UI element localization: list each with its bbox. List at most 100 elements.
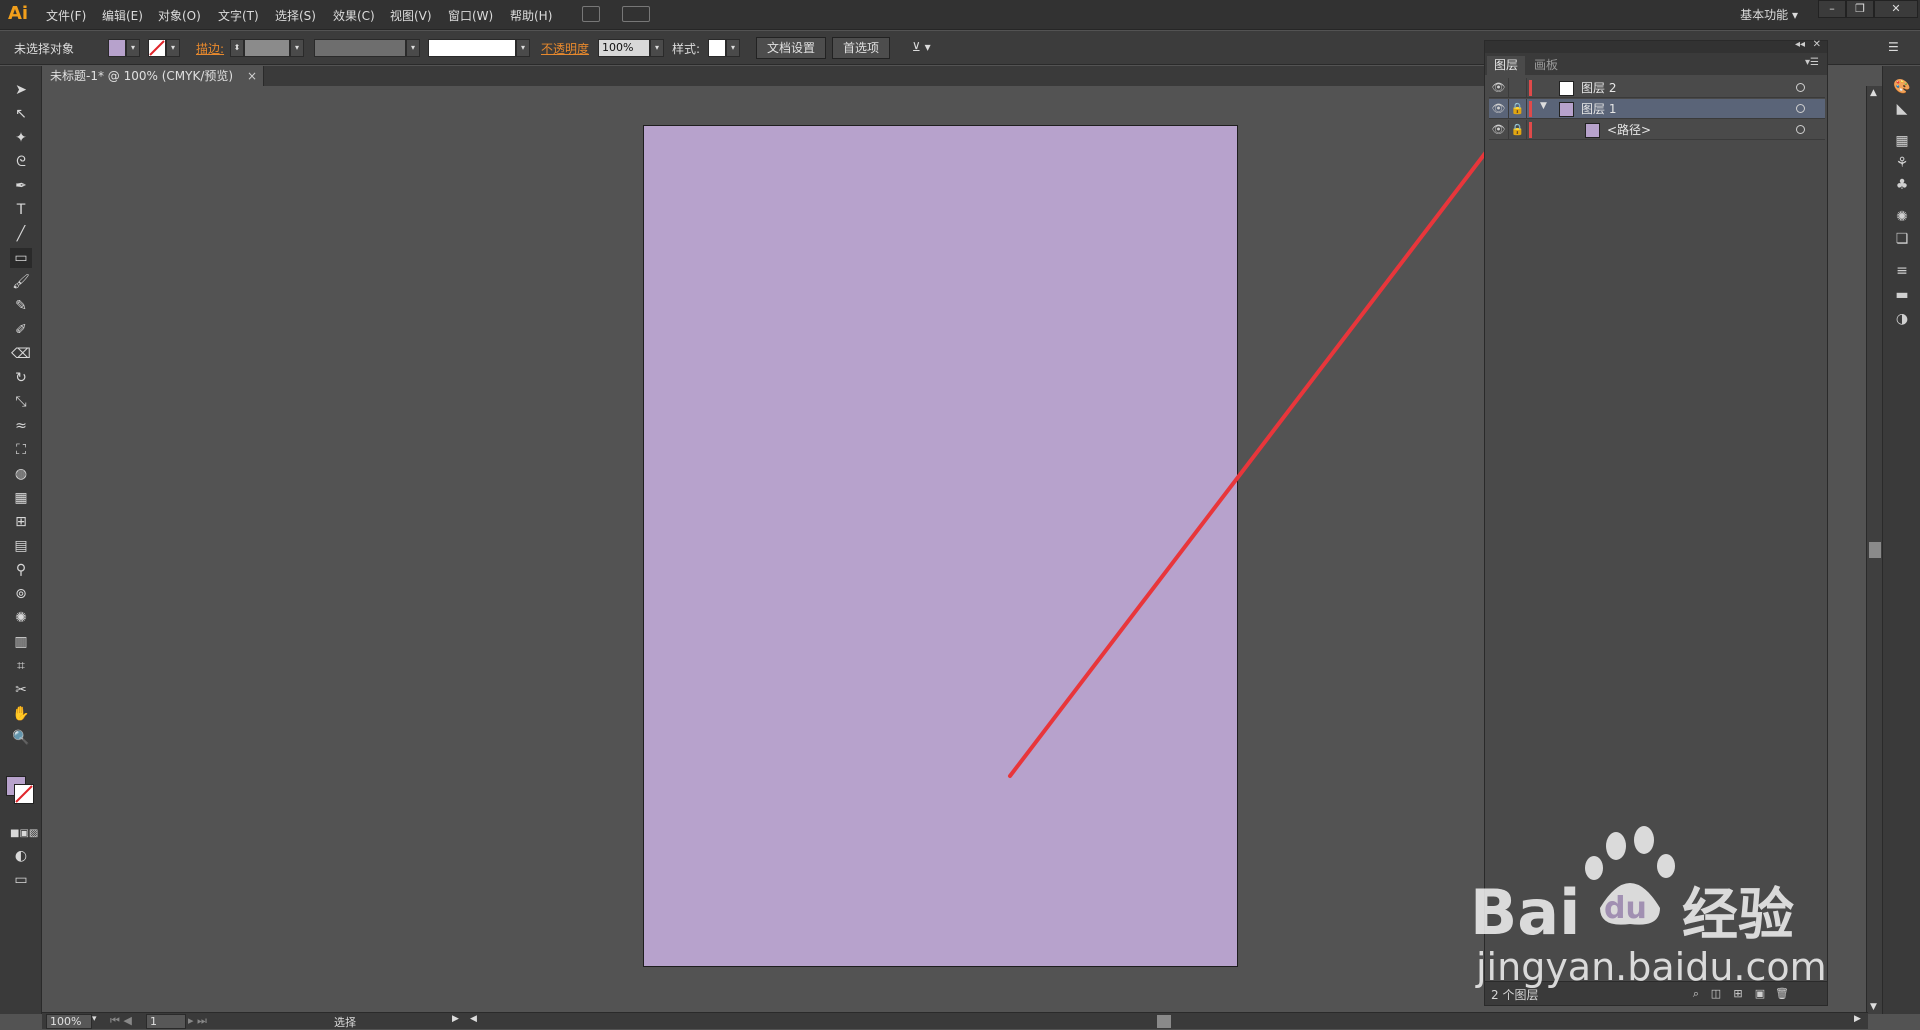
free-transform-tool-icon[interactable]: ⛶ xyxy=(10,440,32,460)
make-clipping-mask-icon[interactable]: ◫ xyxy=(1709,987,1723,1001)
new-layer-icon[interactable]: ▣ xyxy=(1753,987,1767,1001)
minimize-button[interactable]: – xyxy=(1818,0,1846,18)
lock-icon[interactable]: 🔒 xyxy=(1509,99,1527,119)
variable-width-profile[interactable] xyxy=(314,39,406,57)
artboard-tool-icon[interactable]: ⌗ xyxy=(10,656,32,676)
target-circle-icon[interactable] xyxy=(1796,125,1805,134)
menu-help[interactable]: 帮助(H) xyxy=(510,7,552,24)
color-mode-icons[interactable]: ■▣▨ xyxy=(10,824,38,844)
collapse-icon[interactable]: ◂◂ xyxy=(1795,39,1805,50)
appearance-icon[interactable]: ✺ xyxy=(1893,208,1911,226)
document-setup-button[interactable]: 文档设置 xyxy=(756,37,827,59)
restore-button[interactable]: ❐ xyxy=(1846,0,1874,18)
menu-window[interactable]: 窗口(W) xyxy=(448,7,493,24)
symbols-icon[interactable]: ♣ xyxy=(1893,176,1911,194)
lock-icon[interactable]: 🔒 xyxy=(1509,120,1527,140)
panel-header[interactable]: ◂◂ ✕ xyxy=(1485,39,1827,53)
draw-mode-icon[interactable]: ◐ xyxy=(10,846,32,866)
close-icon[interactable]: × xyxy=(247,66,257,86)
color-panel-icon[interactable]: 🎨 xyxy=(1893,78,1911,96)
visibility-eye-icon[interactable]: 👁 xyxy=(1489,120,1509,140)
graphic-styles-icon[interactable]: ❏ xyxy=(1893,230,1911,248)
stroke-color-swatch[interactable] xyxy=(14,784,34,804)
visibility-eye-icon[interactable]: 👁 xyxy=(1489,78,1509,98)
workspace-switcher[interactable]: 基本功能 ▾ xyxy=(1740,6,1798,23)
target-circle-icon[interactable] xyxy=(1796,104,1805,113)
scroll-right-icon[interactable]: ▶ xyxy=(1854,1014,1861,1024)
horizontal-scrollbar-thumb[interactable] xyxy=(1157,1015,1171,1028)
layer-row[interactable]: 👁 图层 2 xyxy=(1489,78,1825,98)
target-circle-icon[interactable] xyxy=(1796,83,1805,92)
arrange-icon[interactable]: ⊻ ▾ xyxy=(912,40,931,54)
screen-mode-icon[interactable]: ▭ xyxy=(10,870,32,890)
layer-row-selected[interactable]: 👁 🔒 ▼ 图层 1 xyxy=(1489,99,1825,119)
artboard[interactable] xyxy=(643,125,1238,967)
lock-toggle[interactable] xyxy=(1509,78,1527,98)
gradient-panel-icon[interactable]: ▬ xyxy=(1893,286,1911,304)
menu-edit[interactable]: 编辑(E) xyxy=(102,7,143,24)
layer-name[interactable]: 图层 1 xyxy=(1581,99,1616,119)
swatches-icon[interactable]: ▦ xyxy=(1893,132,1911,150)
hand-tool-icon[interactable]: ✋ xyxy=(10,704,32,724)
locate-object-icon[interactable]: ⌕ xyxy=(1689,987,1703,1001)
bridge-icon[interactable] xyxy=(582,6,600,22)
stroke-weight-dropdown[interactable]: ▾ xyxy=(290,39,304,57)
stroke-weight-input[interactable] xyxy=(244,39,290,57)
close-window-button[interactable]: ✕ xyxy=(1874,0,1918,18)
blob-brush-tool-icon[interactable]: ✐ xyxy=(10,320,32,340)
panel-menu-icon[interactable]: ☰ xyxy=(1888,40,1899,54)
stroke-panel-icon[interactable]: ≡ xyxy=(1893,262,1911,280)
style-swatch[interactable] xyxy=(708,39,726,57)
direct-selection-tool-icon[interactable]: ↖ xyxy=(10,104,32,124)
menu-view[interactable]: 视图(V) xyxy=(390,7,432,24)
symbol-sprayer-tool-icon[interactable]: ✺ xyxy=(10,608,32,628)
expand-triangle-icon[interactable]: ▼ xyxy=(1540,101,1547,111)
stroke-dropdown[interactable]: ▾ xyxy=(166,39,180,57)
next-page-icon[interactable]: ▸ ⏭ xyxy=(188,1014,207,1028)
zoom-input[interactable]: 100% xyxy=(46,1014,92,1029)
stroke-swatch[interactable] xyxy=(148,39,166,57)
pen-tool-icon[interactable]: ✒ xyxy=(10,176,32,196)
line-tool-icon[interactable]: ╱ xyxy=(10,224,32,244)
scroll-down-icon[interactable]: ▼ xyxy=(1870,1002,1877,1012)
document-tab[interactable]: 未标题-1* @ 100% (CMYK/预览) × xyxy=(42,66,264,86)
stroke-weight-stepper[interactable]: ⬍ xyxy=(230,39,244,57)
magic-wand-tool-icon[interactable]: ✦ xyxy=(10,128,32,148)
menu-effect[interactable]: 效果(C) xyxy=(333,7,375,24)
new-sublayer-icon[interactable]: ⊞ xyxy=(1731,987,1745,1001)
tab-layers[interactable]: 图层 xyxy=(1487,56,1526,75)
brush-dropdown[interactable]: ▾ xyxy=(516,39,530,57)
eyedropper-tool-icon[interactable]: ⚲ xyxy=(10,560,32,580)
paintbrush-tool-icon[interactable]: 🖌 xyxy=(10,272,32,292)
eraser-tool-icon[interactable]: ⌫ xyxy=(10,344,32,364)
color-guide-icon[interactable]: ◣ xyxy=(1893,100,1911,118)
scrollbar-thumb[interactable] xyxy=(1869,542,1881,558)
rotate-tool-icon[interactable]: ↻ xyxy=(10,368,32,388)
fill-dropdown[interactable]: ▾ xyxy=(126,39,140,57)
selection-tool-icon[interactable]: ➤ xyxy=(10,80,32,100)
slice-tool-icon[interactable]: ✂ xyxy=(10,680,32,700)
tab-artboards[interactable]: 画板 xyxy=(1527,56,1565,75)
stroke-label[interactable]: 描边: xyxy=(196,40,224,57)
status-menu-icon[interactable]: ▶ xyxy=(452,1014,459,1024)
brush-definition[interactable] xyxy=(428,39,516,57)
mesh-tool-icon[interactable]: ⊞ xyxy=(10,512,32,532)
preferences-button[interactable]: 首选项 xyxy=(832,37,891,59)
menu-object[interactable]: 对象(O) xyxy=(158,7,201,24)
blend-tool-icon[interactable]: ⊚ xyxy=(10,584,32,604)
opacity-dropdown[interactable]: ▾ xyxy=(650,39,664,57)
delete-icon[interactable]: 🗑 xyxy=(1775,987,1789,1001)
warp-tool-icon[interactable]: ≈ xyxy=(10,416,32,436)
pencil-tool-icon[interactable]: ✎ xyxy=(10,296,32,316)
menu-file[interactable]: 文件(F) xyxy=(46,7,86,24)
visibility-eye-icon[interactable]: 👁 xyxy=(1489,99,1509,119)
menu-type[interactable]: 文字(T) xyxy=(218,7,259,24)
scroll-up-icon[interactable]: ▲ xyxy=(1870,88,1877,98)
transparency-icon[interactable]: ◑ xyxy=(1893,310,1911,328)
first-page-icon[interactable]: ⏮ ◀ xyxy=(110,1014,132,1028)
profile-dropdown[interactable]: ▾ xyxy=(406,39,420,57)
path-name[interactable]: <路径> xyxy=(1607,120,1651,140)
perspective-grid-tool-icon[interactable]: ▦ xyxy=(10,488,32,508)
layer-name[interactable]: 图层 2 xyxy=(1581,78,1616,98)
menu-select[interactable]: 选择(S) xyxy=(275,7,316,24)
